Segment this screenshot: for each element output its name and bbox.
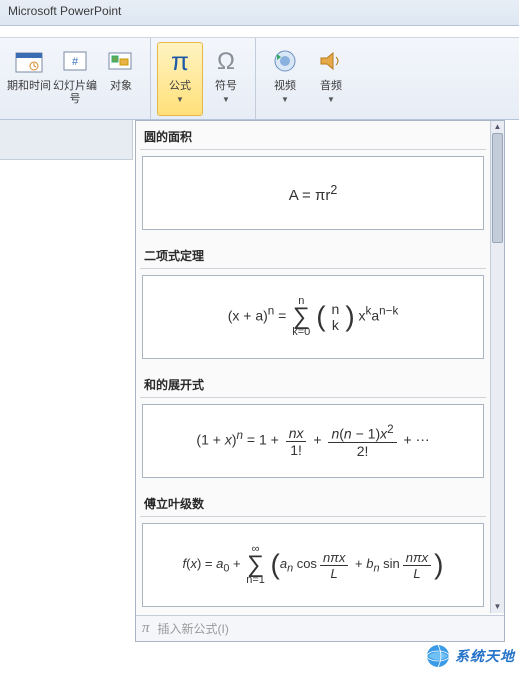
object-button[interactable]: 对象 xyxy=(98,42,144,116)
formula-sum-expansion: (1 + x)n = 1 + nx1! + n(n − 1)x22! + ⋯ xyxy=(196,423,429,459)
symbol-button[interactable]: Ω 符号 ▼ xyxy=(203,42,249,116)
slide-thumbnail-panel xyxy=(0,120,133,160)
equation-option-circle-area[interactable]: A = πr2 xyxy=(142,156,484,230)
symbol-label: 符号 xyxy=(215,80,237,93)
svg-text:#: # xyxy=(72,56,79,68)
ribbon-group-media: 视频 ▼ 音频 ▼ xyxy=(256,38,360,119)
scrollbar-thumb[interactable] xyxy=(492,133,503,243)
dropdown-arrow-icon: ▼ xyxy=(281,95,289,104)
gallery-scrollbar[interactable]: ▲ ▼ xyxy=(490,121,504,613)
omega-icon: Ω xyxy=(210,45,242,77)
video-label: 视频 xyxy=(274,80,296,93)
ribbon-group-symbols: π 公式 ▼ Ω 符号 ▼ xyxy=(151,38,256,119)
equation-gallery-dropdown: 圆的面积 A = πr2 二项式定理 (x + a)n = n∑k=0 (nk)… xyxy=(135,120,505,642)
section-header-circle-area: 圆的面积 xyxy=(140,121,486,150)
audio-icon xyxy=(315,45,347,77)
section-header-binomial: 二项式定理 xyxy=(140,240,486,269)
scroll-up-arrow-icon[interactable]: ▲ xyxy=(491,121,504,133)
slide-number-icon: # xyxy=(59,45,91,77)
svg-text:Ω: Ω xyxy=(217,48,235,75)
formula-circle-area: A = πr2 xyxy=(289,183,338,204)
app-title: Microsoft PowerPoint xyxy=(8,4,121,18)
video-icon xyxy=(269,45,301,77)
formula-binomial: (x + a)n = n∑k=0 (nk) xkan−k xyxy=(228,296,399,337)
date-time-icon xyxy=(13,45,45,77)
watermark: 系统天地 xyxy=(425,643,515,669)
gallery-footer[interactable]: π 插入新公式(I) xyxy=(136,615,504,641)
equation-gallery-scroll: 圆的面积 A = πr2 二项式定理 (x + a)n = n∑k=0 (nk)… xyxy=(136,121,490,613)
date-time-label: 期和时间 xyxy=(7,80,51,93)
pi-icon: π xyxy=(164,45,196,77)
object-icon xyxy=(105,45,137,77)
title-bar: Microsoft PowerPoint xyxy=(0,0,519,26)
formula-fourier: f(x) = a0 + ∞∑n=1 (an cosnπxL + bn sinnπ… xyxy=(182,544,443,585)
equation-option-fourier[interactable]: f(x) = a0 + ∞∑n=1 (an cosnπxL + bn sinnπ… xyxy=(142,523,484,607)
dropdown-arrow-icon: ▼ xyxy=(222,95,230,104)
equation-label: 公式 xyxy=(169,80,191,93)
video-button[interactable]: 视频 ▼ xyxy=(262,42,308,116)
slide-number-button[interactable]: # 幻灯片编号 xyxy=(52,42,98,116)
dropdown-arrow-icon: ▼ xyxy=(176,95,184,104)
equation-option-sum-expansion[interactable]: (1 + x)n = 1 + nx1! + n(n − 1)x22! + ⋯ xyxy=(142,404,484,478)
slide-number-label: 幻灯片编号 xyxy=(53,80,97,105)
insert-new-equation-label: 插入新公式(I) xyxy=(158,620,229,637)
equation-button[interactable]: π 公式 ▼ xyxy=(157,42,203,116)
audio-button[interactable]: 音频 ▼ xyxy=(308,42,354,116)
section-header-sum-expansion: 和的展开式 xyxy=(140,369,486,398)
ribbon-group-text: 期和时间 # 幻灯片编号 对象 xyxy=(0,38,151,119)
ribbon-tab-strip xyxy=(0,26,519,38)
equation-option-binomial[interactable]: (x + a)n = n∑k=0 (nk) xkan−k xyxy=(142,275,484,359)
scroll-down-arrow-icon[interactable]: ▼ xyxy=(491,601,504,613)
section-header-fourier: 傅立叶级数 xyxy=(140,488,486,517)
date-time-button[interactable]: 期和时间 xyxy=(6,42,52,116)
watermark-text: 系统天地 xyxy=(455,646,515,666)
globe-icon xyxy=(425,643,451,669)
object-label: 对象 xyxy=(110,80,132,93)
svg-text:π: π xyxy=(171,46,189,76)
audio-label: 音频 xyxy=(320,80,342,93)
dropdown-arrow-icon: ▼ xyxy=(327,95,335,104)
pi-icon: π xyxy=(142,620,150,637)
ribbon: 期和时间 # 幻灯片编号 对象 π 公式 ▼ Ω 符号 xyxy=(0,38,519,120)
